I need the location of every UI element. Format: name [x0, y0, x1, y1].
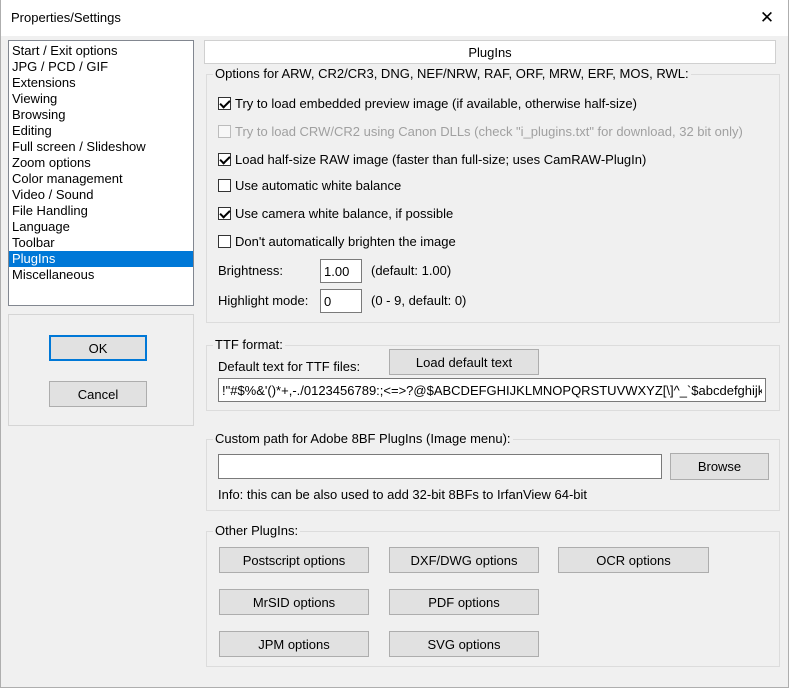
label-half-size: Load half-size RAW image (faster than fu… [235, 152, 647, 167]
highlight-mode-field[interactable] [320, 289, 362, 313]
ttf-default-text-label: Default text for TTF files: [218, 359, 361, 374]
checkbox-half-size[interactable] [218, 153, 231, 166]
brightness-label: Brightness: [218, 263, 284, 278]
sidebar-item-video-sound[interactable]: Video / Sound [9, 187, 193, 203]
label-camera-wb: Use camera white balance, if possible [235, 206, 454, 221]
postscript-options-button[interactable]: Postscript options [219, 547, 369, 573]
raw-option-auto-wb[interactable]: Use automatic white balance [218, 178, 401, 193]
jpm-options-button[interactable]: JPM options [219, 631, 369, 657]
raw-option-camera-wb[interactable]: Use camera white balance, if possible [218, 206, 453, 221]
window-title: Properties/Settings [11, 10, 121, 25]
sidebar-item-editing[interactable]: Editing [9, 123, 193, 139]
checkbox-embedded-preview[interactable] [218, 97, 231, 110]
checkbox-no-brighten[interactable] [218, 235, 231, 248]
sidebar-item-file-handling[interactable]: File Handling [9, 203, 193, 219]
label-no-brighten: Don't automatically brighten the image [235, 234, 456, 249]
sidebar-item-miscellaneous[interactable]: Miscellaneous [9, 267, 193, 283]
sidebar-item-jpg-pcd-gif[interactable]: JPG / PCD / GIF [9, 59, 193, 75]
category-list[interactable]: Start / Exit options JPG / PCD / GIF Ext… [8, 40, 194, 306]
highlight-mode-label: Highlight mode: [218, 293, 309, 308]
highlight-mode-hint: (0 - 9, default: 0) [371, 293, 467, 308]
custom-path-group-label: Custom path for Adobe 8BF PlugIns (Image… [213, 431, 513, 446]
checkbox-camera-wb[interactable] [218, 207, 231, 220]
svg-options-button[interactable]: SVG options [389, 631, 539, 657]
sidebar-item-plugins[interactable]: PlugIns [9, 251, 193, 267]
sidebar-item-browsing[interactable]: Browsing [9, 107, 193, 123]
raw-options-label: Options for ARW, CR2/CR3, DNG, NEF/NRW, … [213, 66, 691, 81]
brightness-field[interactable] [320, 259, 362, 283]
ttf-group-label: TTF format: [213, 337, 285, 352]
sidebar-item-toolbar[interactable]: Toolbar [9, 235, 193, 251]
sidebar-item-color-management[interactable]: Color management [9, 171, 193, 187]
ok-button[interactable]: OK [49, 335, 147, 361]
sidebar-item-language[interactable]: Language [9, 219, 193, 235]
page-title-text: PlugIns [468, 44, 512, 60]
load-default-text-button[interactable]: Load default text [389, 349, 539, 375]
dialog-buttons-panel: OK Cancel [8, 314, 194, 426]
label-auto-wb: Use automatic white balance [235, 178, 402, 193]
dxf-dwg-options-button[interactable]: DXF/DWG options [389, 547, 539, 573]
raw-options-group [206, 74, 780, 323]
custom-path-field[interactable] [218, 454, 662, 479]
label-canon-dlls: Try to load CRW/CR2 using Canon DLLs (ch… [235, 124, 743, 139]
close-icon[interactable]: ✕ [748, 2, 786, 34]
checkbox-auto-wb[interactable] [218, 179, 231, 192]
pdf-options-button[interactable]: PDF options [389, 589, 539, 615]
browse-button[interactable]: Browse [670, 453, 769, 480]
sidebar-item-zoom[interactable]: Zoom options [9, 155, 193, 171]
raw-option-embedded-preview[interactable]: Try to load embedded preview image (if a… [218, 96, 637, 111]
sidebar-item-viewing[interactable]: Viewing [9, 91, 193, 107]
ttf-default-text-field[interactable] [218, 378, 766, 402]
sidebar-item-extensions[interactable]: Extensions [9, 75, 193, 91]
custom-path-info: Info: this can be also used to add 32-bi… [218, 487, 588, 502]
checkbox-canon-dlls [218, 125, 231, 138]
raw-option-canon-dlls: Try to load CRW/CR2 using Canon DLLs (ch… [218, 124, 743, 139]
page-title: PlugIns [204, 40, 776, 64]
cancel-button[interactable]: Cancel [49, 381, 147, 407]
other-plugins-label: Other PlugIns: [213, 523, 301, 538]
label-embedded-preview: Try to load embedded preview image (if a… [235, 96, 637, 111]
raw-option-no-brighten[interactable]: Don't automatically brighten the image [218, 234, 456, 249]
ocr-options-button[interactable]: OCR options [558, 547, 709, 573]
sidebar-item-start-exit[interactable]: Start / Exit options [9, 43, 193, 59]
sidebar-item-fullscreen-slideshow[interactable]: Full screen / Slideshow [9, 139, 193, 155]
brightness-hint: (default: 1.00) [371, 263, 452, 278]
raw-option-half-size[interactable]: Load half-size RAW image (faster than fu… [218, 152, 646, 167]
mrsid-options-button[interactable]: MrSID options [219, 589, 369, 615]
